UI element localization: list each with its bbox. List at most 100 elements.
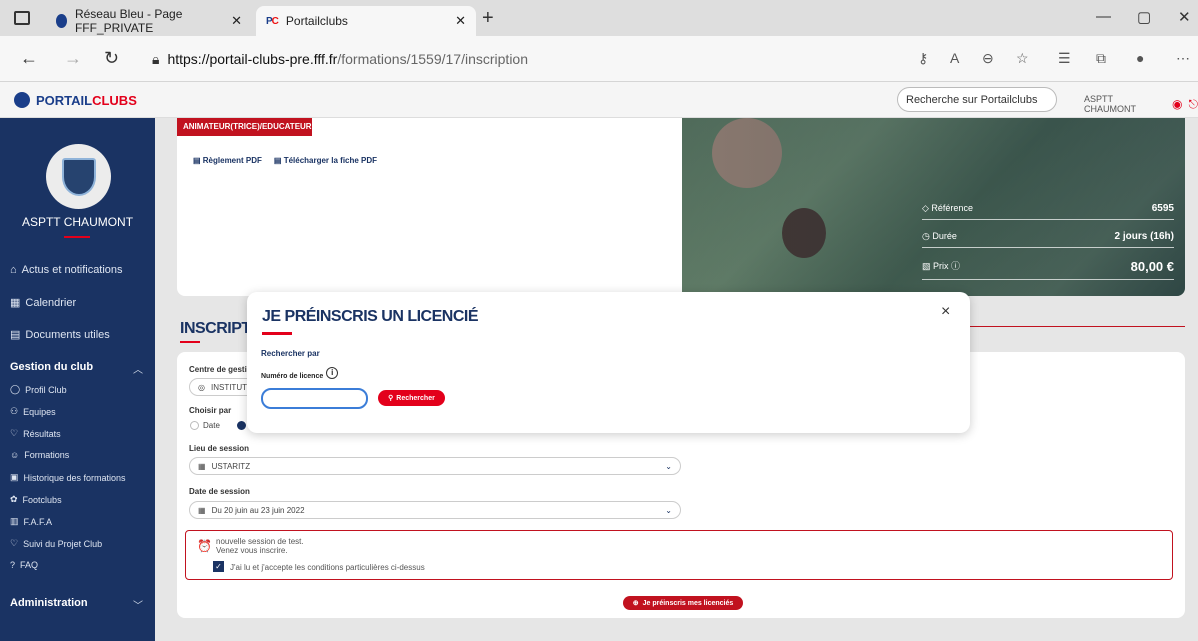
- favorites-list-icon[interactable]: ☰: [1058, 50, 1071, 67]
- role-badge: ANIMATEUR(TRICE)/EDUCATEUR(TRICE): [177, 118, 341, 136]
- key-icon[interactable]: ⚷: [918, 50, 928, 67]
- sidebar-item-label: Actus et notifications: [21, 264, 123, 276]
- browser-tabbar: Réseau Bleu - Page FFF_PRIVATE ✕ PC Port…: [0, 0, 1198, 36]
- sidebar-item-label: FAQ: [20, 560, 39, 570]
- radio-lieu[interactable]: [237, 421, 246, 430]
- licence-label-text: Numéro de licence: [261, 373, 324, 380]
- sidebar-item-label: F.A.F.A: [23, 516, 53, 527]
- alert-line: Venez vous inscrire.: [216, 546, 288, 555]
- reglement-link[interactable]: ▤ Règlement PDF: [193, 156, 262, 165]
- calendar-icon: ▦: [198, 505, 206, 515]
- sidebar-item-historique[interactable]: ▣ Historique des formations: [10, 472, 126, 483]
- info-duree: ◷ Durée 2 jours (16h): [922, 231, 1174, 248]
- zoom-icon[interactable]: ⊖: [982, 50, 994, 67]
- sidebar-item-faq[interactable]: ? FAQ: [10, 560, 38, 570]
- sidebar-item-profil-club[interactable]: ◯ Profil Club: [10, 384, 67, 395]
- sidebar-item-label: Résultats: [23, 428, 61, 439]
- reseau-bleu-favicon-icon: [56, 14, 67, 28]
- tab-title: Réseau Bleu - Page FFF_PRIVATE: [74, 7, 183, 35]
- date-select[interactable]: ▦ Du 20 juin au 23 juin 2022 ⌄: [189, 501, 681, 519]
- lieu-label: Lieu de session: [189, 444, 250, 453]
- info-value: 6595: [1151, 203, 1174, 214]
- lieu-select[interactable]: ▦ USTARITZ ⌄: [189, 457, 681, 475]
- chevron-down-icon[interactable]: ﹀: [133, 597, 143, 612]
- user-profile-icon[interactable]: ◉: [1172, 97, 1182, 111]
- trophy-icon: ♡: [10, 428, 19, 438]
- radio-date[interactable]: Date: [190, 421, 220, 430]
- minimize-icon[interactable]: —: [1096, 8, 1111, 25]
- browser-tab-portailclubs[interactable]: PC Portailclubs ✕: [256, 6, 476, 36]
- sidebar-item-label: Suivi du Projet Club: [23, 538, 103, 549]
- new-tab-icon[interactable]: +: [482, 7, 494, 30]
- fiche-link[interactable]: ▤ Télécharger la fiche PDF: [274, 156, 377, 165]
- chevron-up-icon[interactable]: ︿: [133, 361, 143, 376]
- rechercher-button[interactable]: ⚲ Rechercher: [378, 390, 445, 406]
- sidebar-item-label: Documents utiles: [25, 328, 110, 341]
- portailclubs-logo[interactable]: PORTAILCLUBS: [14, 92, 137, 108]
- site-header: PORTAILCLUBS Recherche sur Portailclubs …: [0, 82, 1198, 118]
- profile-icon[interactable]: ●: [1136, 50, 1144, 66]
- accept-label: J'ai lu et j'accepte les conditions part…: [230, 563, 425, 572]
- sidebar-item-formations[interactable]: ☺ Formations: [10, 450, 69, 460]
- history-icon: ▣: [10, 472, 19, 482]
- preinscription-button[interactable]: ⊕ Je préinscris mes licenciés: [623, 596, 743, 610]
- sidebar-item-equipes[interactable]: ⚇ Equipes: [10, 406, 56, 417]
- pdf-links: ▤ Règlement PDF ▤ Télécharger la fiche P…: [193, 156, 377, 165]
- forward-icon[interactable]: →: [64, 48, 82, 69]
- back-icon[interactable]: ←: [20, 48, 38, 69]
- favorite-star-icon[interactable]: ☆: [1016, 50, 1029, 67]
- url-host: https://portail-clubs-pre.fff.fr: [167, 51, 338, 67]
- account-menu[interactable]: ASPTT CHAUMONT ◉ ⎋: [1084, 94, 1198, 114]
- site-search-input[interactable]: Recherche sur Portailclubs: [897, 87, 1057, 112]
- collections-icon[interactable]: ⧉: [1096, 50, 1106, 67]
- tab-actions-icon[interactable]: [14, 11, 30, 25]
- info-icon: ⓘ: [948, 261, 961, 271]
- info-label: Prix: [933, 261, 949, 271]
- licence-label: Numéro de licence i: [261, 366, 339, 380]
- tag-icon: ◇: [922, 203, 932, 213]
- more-menu-icon[interactable]: ⋯: [1176, 50, 1190, 67]
- sidebar-section-gestion[interactable]: Gestion du club: [10, 361, 93, 373]
- info-icon[interactable]: i: [326, 366, 339, 379]
- close-icon[interactable]: ×: [941, 303, 950, 321]
- refresh-icon[interactable]: ↻: [104, 48, 119, 69]
- info-value: 2 jours (16h): [1114, 231, 1174, 242]
- browser-tab-reseau-bleu[interactable]: Réseau Bleu - Page FFF_PRIVATE ✕: [46, 6, 252, 36]
- sidebar-item-documents[interactable]: ▤ Documents utiles: [10, 328, 110, 342]
- restore-icon[interactable]: ▢: [1137, 8, 1151, 26]
- location-icon: ◎: [198, 382, 205, 392]
- trophy-icon: ♡: [10, 538, 19, 548]
- tab-close-icon[interactable]: ✕: [231, 13, 242, 29]
- sidebar-item-calendrier[interactable]: ▦ Calendrier: [10, 296, 76, 310]
- lock-icon: 🔒︎: [152, 50, 160, 67]
- logout-icon[interactable]: ⎋: [1189, 97, 1198, 112]
- pdf-icon: ▤: [193, 156, 203, 165]
- fafa-icon: ▥: [10, 516, 19, 526]
- club-name: ASPTT CHAUMONT: [21, 215, 134, 229]
- chevron-down-icon: ⌄: [665, 505, 672, 515]
- url-field[interactable]: 🔒︎ https://portail-clubs-pre.fff.fr/form…: [152, 46, 952, 72]
- sidebar-item-fafa[interactable]: ▥ F.A.F.A: [10, 516, 52, 527]
- licence-input[interactable]: [261, 388, 368, 409]
- calendar-icon: ▦: [198, 461, 206, 471]
- sidebar-item-resultats[interactable]: ♡ Résultats: [10, 428, 61, 439]
- window-close-icon[interactable]: ✕: [1178, 8, 1191, 26]
- chevron-down-icon: ⌄: [665, 461, 672, 471]
- team-icon: ⚇: [10, 406, 19, 416]
- read-aloud-icon[interactable]: A: [950, 50, 959, 66]
- modal-title-underline: [262, 332, 292, 335]
- sidebar-section-administration[interactable]: Administration: [10, 597, 88, 609]
- sidebar-item-suivi[interactable]: ♡ Suivi du Projet Club: [10, 538, 102, 549]
- sidebar-item-footclubs[interactable]: ✿ Footclubs: [10, 494, 62, 505]
- tab-close-icon[interactable]: ✕: [455, 13, 466, 29]
- price-icon: ▧: [922, 261, 934, 271]
- lieu-value: USTARITZ: [211, 461, 251, 471]
- radio-dot: [190, 421, 199, 430]
- arrow-circle-icon: ⊕: [632, 600, 639, 607]
- tab-title: Portailclubs: [285, 14, 348, 28]
- accept-checkbox[interactable]: ✓: [213, 561, 224, 572]
- sidebar-item-actus[interactable]: ⌂ Actus et notifications: [10, 264, 123, 276]
- info-reference: ◇ Référence 6595: [922, 203, 1174, 220]
- sidebar-item-label: Footclubs: [22, 494, 62, 505]
- info-label: Durée: [932, 231, 957, 241]
